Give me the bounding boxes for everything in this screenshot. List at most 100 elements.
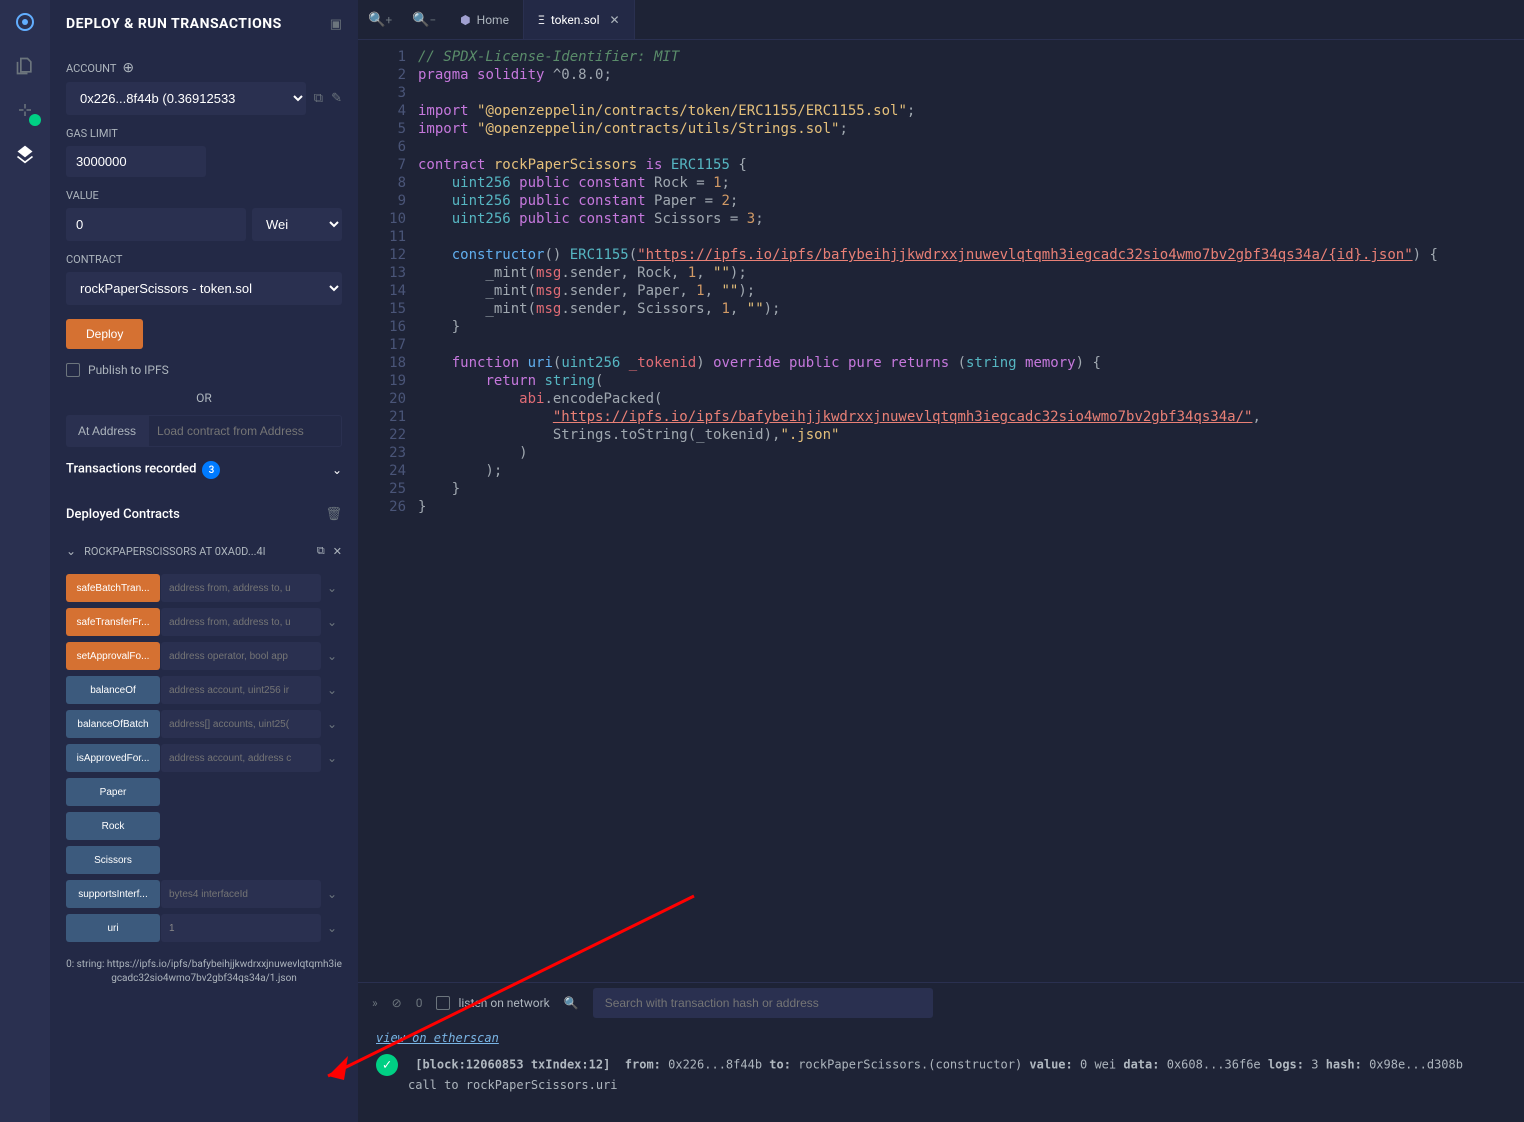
fn-input[interactable] bbox=[161, 914, 321, 942]
fn-uri-button[interactable]: uri bbox=[66, 914, 160, 942]
checkbox-icon[interactable] bbox=[66, 363, 80, 377]
chevron-down-icon[interactable]: ⌄ bbox=[322, 880, 342, 908]
line-gutter: 1234567891011121314151617181920212223242… bbox=[358, 40, 418, 982]
chevron-down-icon[interactable]: ⌄ bbox=[322, 574, 342, 602]
remix-logo-icon[interactable] bbox=[13, 10, 37, 34]
fn-input[interactable] bbox=[161, 642, 321, 670]
gas-input[interactable] bbox=[66, 146, 206, 177]
pending-count: 0 bbox=[416, 996, 423, 1010]
uri-result: 0: string: https://ipfs.io/ipfs/bafybeih… bbox=[50, 950, 358, 994]
tx-count-badge: 3 bbox=[202, 461, 220, 479]
chevron-down-icon[interactable]: ⌄ bbox=[332, 463, 342, 477]
tab-home[interactable]: ⬢ Home bbox=[446, 0, 524, 39]
fn-row: setApprovalFo... ⌄ bbox=[66, 642, 342, 670]
fn-safebatchtran-button[interactable]: safeBatchTran... bbox=[66, 574, 160, 602]
fn-safetransferfr-button[interactable]: safeTransferFr... bbox=[66, 608, 160, 636]
fn-supportsinterf-button[interactable]: supportsInterf... bbox=[66, 880, 160, 908]
fn-input[interactable] bbox=[161, 710, 321, 738]
chevron-down-icon[interactable]: ⌄ bbox=[322, 914, 342, 942]
zoom-in-icon[interactable]: 🔍+ bbox=[358, 12, 402, 28]
solidity-icon: Ξ bbox=[538, 13, 545, 27]
edit-icon[interactable]: ✎ bbox=[331, 91, 342, 106]
tx-recorded-row[interactable]: Transactions recorded3 ⌄ bbox=[50, 447, 358, 493]
deploy-icon[interactable] bbox=[13, 142, 37, 166]
search-icon[interactable]: 🔍 bbox=[564, 996, 579, 1010]
contract-label: CONTRACT bbox=[66, 253, 342, 266]
copy-icon[interactable]: ⧉ bbox=[317, 544, 325, 558]
trash-icon[interactable]: 🗑 bbox=[325, 507, 342, 522]
unit-select[interactable]: Wei bbox=[252, 208, 342, 241]
plus-icon[interactable]: ⊕ bbox=[122, 60, 134, 76]
terminal-output: view on etherscan ✓ [block:12060853 txIn… bbox=[358, 1023, 1524, 1101]
terminal-search-input[interactable] bbox=[593, 988, 933, 1018]
etherscan-link[interactable]: view on etherscan bbox=[376, 1031, 499, 1045]
call-line: call to rockPaperScissors.uri bbox=[408, 1076, 1506, 1095]
home-icon: ⬢ bbox=[460, 13, 470, 27]
fn-isapprovedfor-button[interactable]: isApprovedFor... bbox=[66, 744, 160, 772]
fn-row: Scissors bbox=[66, 846, 342, 874]
panel-title: DEPLOY & RUN TRANSACTIONS bbox=[66, 16, 282, 32]
contract-select[interactable]: rockPaperScissors - token.sol bbox=[66, 272, 342, 305]
fn-paper-button[interactable]: Paper bbox=[66, 778, 160, 806]
deploy-button[interactable]: Deploy bbox=[66, 319, 143, 349]
contract-instance-header[interactable]: ⌄ ROCKPAPERSCISSORS AT 0XA0D...4l ⧉ ✕ bbox=[50, 536, 358, 566]
copy-icon[interactable]: ⧉ bbox=[314, 91, 323, 106]
close-icon[interactable]: ✕ bbox=[333, 545, 342, 558]
fn-input[interactable] bbox=[161, 744, 321, 772]
chevron-down-icon[interactable]: ⌄ bbox=[322, 676, 342, 704]
editor-tabbar: 🔍+ 🔍− ⬢ Home Ξ token.sol ✕ bbox=[358, 0, 1524, 40]
publish-ipfs-checkbox[interactable]: Publish to IPFS bbox=[66, 363, 342, 377]
fn-row: safeBatchTran... ⌄ bbox=[66, 574, 342, 602]
load-address-input[interactable] bbox=[148, 415, 342, 447]
value-input[interactable] bbox=[66, 208, 246, 241]
expand-icon[interactable]: ▣ bbox=[330, 17, 342, 32]
close-icon[interactable]: ✕ bbox=[610, 13, 620, 27]
chevron-down-icon[interactable]: ⌄ bbox=[322, 710, 342, 738]
chevron-down-icon[interactable]: ⌄ bbox=[322, 642, 342, 670]
fn-rock-button[interactable]: Rock bbox=[66, 812, 160, 840]
fn-balanceofbatch-button[interactable]: balanceOfBatch bbox=[66, 710, 160, 738]
files-icon[interactable] bbox=[13, 54, 37, 78]
success-dot-icon bbox=[29, 114, 41, 126]
checkbox-icon[interactable] bbox=[436, 996, 450, 1010]
fn-setapprovalfo-button[interactable]: setApprovalFo... bbox=[66, 642, 160, 670]
icon-rail bbox=[0, 0, 50, 1122]
sidebar-header: DEPLOY & RUN TRANSACTIONS ▣ bbox=[50, 0, 358, 48]
code-editor[interactable]: 1234567891011121314151617181920212223242… bbox=[358, 40, 1524, 982]
compiler-icon[interactable] bbox=[13, 98, 37, 122]
account-label: ACCOUNT ⊕ bbox=[66, 60, 342, 76]
zoom-out-icon[interactable]: 🔍− bbox=[402, 12, 446, 28]
at-address-button[interactable]: At Address bbox=[66, 415, 148, 447]
fn-row: uri ⌄ bbox=[66, 914, 342, 942]
terminal-toolbar: » ⊘ 0 listen on network 🔍 bbox=[358, 983, 1524, 1023]
chevrons-icon[interactable]: » bbox=[372, 996, 378, 1010]
fn-row: balanceOfBatch ⌄ bbox=[66, 710, 342, 738]
ban-icon[interactable]: ⊘ bbox=[392, 996, 402, 1010]
tab-token-sol[interactable]: Ξ token.sol ✕ bbox=[524, 0, 635, 39]
main-area: 🔍+ 🔍− ⬢ Home Ξ token.sol ✕ 1234567891011… bbox=[358, 0, 1524, 1122]
chevron-down-icon[interactable]: ⌄ bbox=[322, 608, 342, 636]
function-list: safeBatchTran...⌄safeTransferFr...⌄setAp… bbox=[50, 566, 358, 950]
fn-input[interactable] bbox=[161, 880, 321, 908]
fn-row: safeTransferFr... ⌄ bbox=[66, 608, 342, 636]
fn-row: supportsInterf... ⌄ bbox=[66, 880, 342, 908]
listen-label: listen on network bbox=[458, 996, 549, 1010]
fn-row: Paper bbox=[66, 778, 342, 806]
fn-row: Rock bbox=[66, 812, 342, 840]
chevron-down-icon[interactable]: ⌄ bbox=[66, 544, 76, 558]
fn-balanceof-button[interactable]: balanceOf bbox=[66, 676, 160, 704]
fn-row: isApprovedFor... ⌄ bbox=[66, 744, 342, 772]
deploy-sidebar: DEPLOY & RUN TRANSACTIONS ▣ ACCOUNT ⊕ 0x… bbox=[50, 0, 358, 1122]
fn-input[interactable] bbox=[161, 608, 321, 636]
fn-input[interactable] bbox=[161, 676, 321, 704]
check-icon: ✓ bbox=[376, 1054, 398, 1076]
deployed-contracts-row: Deployed Contracts 🗑 bbox=[50, 493, 358, 536]
value-label: VALUE bbox=[66, 189, 342, 202]
fn-scissors-button[interactable]: Scissors bbox=[66, 846, 160, 874]
chevron-down-icon[interactable]: ⌄ bbox=[322, 744, 342, 772]
gas-label: GAS LIMIT bbox=[66, 127, 342, 140]
terminal-panel: » ⊘ 0 listen on network 🔍 view on ethers… bbox=[358, 982, 1524, 1122]
fn-input[interactable] bbox=[161, 574, 321, 602]
account-select[interactable]: 0x226...8f44b (0.36912533 bbox=[66, 82, 306, 115]
code-content[interactable]: // SPDX-License-Identifier: MITpragma so… bbox=[418, 40, 1438, 982]
